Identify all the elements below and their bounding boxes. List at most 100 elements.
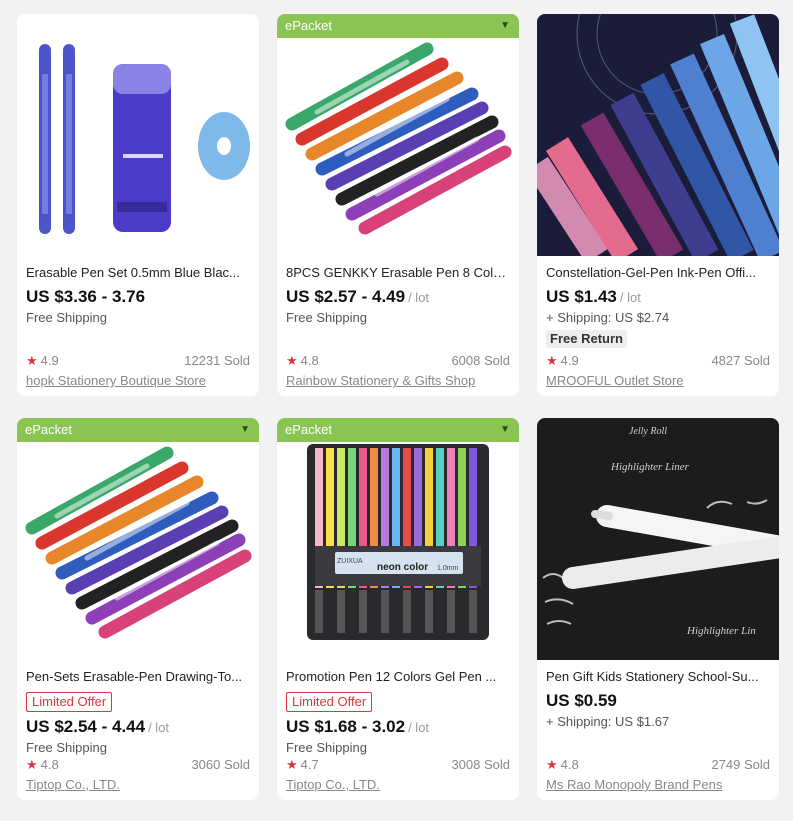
colored-pens-photo [17,418,259,660]
rating-row: ★ 4.8 3060 Sold [26,756,250,774]
chalk-text: Highlighter Lin [686,625,756,637]
product-info: Promotion Pen 12 Colors Gel Pen ... Limi… [286,668,510,794]
epacket-label: ePacket [25,422,72,437]
product-info: Pen Gift Kids Stationery School-Su... US… [546,668,770,794]
rating-row: ★ 4.8 2749 Sold [546,756,770,774]
white-gel-pen-photo: Jelly Roll Highlighter Liner Highlighter… [537,418,779,660]
erasable-pen-set-photo [17,14,259,256]
product-card[interactable]: ePacket ▼ [277,14,519,396]
price: US $0.59 [546,691,617,710]
price-unit: / lot [148,720,170,735]
colored-pens-photo [277,14,519,256]
price-row: US $1.68 - 3.02/ lot [286,716,510,738]
star-icon: ★ [286,353,298,368]
store-link[interactable]: Tiptop Co., LTD. [26,776,250,794]
product-image[interactable]: ePacket ▼ [277,14,519,256]
price-unit: / lot [619,290,641,305]
product-grid: Erasable Pen Set 0.5mm Blue Blac... US $… [17,14,779,800]
star-icon: ★ [546,757,558,772]
product-image[interactable]: ePacket ▼ [277,418,519,660]
product-info: Erasable Pen Set 0.5mm Blue Blac... US $… [26,264,250,390]
constellation-pens-photo [537,14,779,256]
chevron-down-icon[interactable]: ▼ [240,418,250,442]
epacket-label: ePacket [285,18,332,33]
star-icon: ★ [26,353,38,368]
box-size-text: 1.0mm [437,565,459,572]
price: US $2.54 - 4.44 [26,717,146,736]
epacket-banner[interactable]: ePacket ▼ [17,418,259,442]
box-label-text: neon color [377,562,428,573]
shipping-info: Free Shipping [26,310,107,325]
product-card[interactable]: Constellation-Gel-Pen Ink-Pen Offi... US… [537,14,779,396]
product-title[interactable]: Pen-Sets Erasable-Pen Drawing-To... [26,668,250,686]
rating-row: ★ 4.9 4827 Sold [546,352,770,370]
chevron-down-icon[interactable]: ▼ [500,14,510,38]
rating: ★ 4.8 [546,756,579,774]
price: US $1.43 [546,287,617,306]
rating: ★ 4.9 [26,352,59,370]
price: US $3.36 - 3.76 [26,287,146,306]
limited-offer-badge: Limited Offer [286,692,373,712]
price-unit: / lot [408,720,430,735]
card-footer: ★ 4.9 4827 Sold MROOFUL Outlet Store [546,352,770,390]
chalk-text: Jelly Roll [629,426,667,437]
product-title[interactable]: Promotion Pen 12 Colors Gel Pen ... [286,668,510,686]
product-title[interactable]: Constellation-Gel-Pen Ink-Pen Offi... [546,264,770,282]
gel-pen-box-photo: ZUIXUA neon color 1.0mm [277,418,519,660]
rating: ★ 4.8 [26,756,59,774]
shipping-info: Free Shipping [286,310,367,325]
rating-value: 4.9 [40,353,59,368]
product-image[interactable] [17,14,259,256]
box-brand-text: ZUIXUA [337,558,363,565]
star-icon: ★ [546,353,558,368]
product-image[interactable] [537,14,779,256]
product-info: 8PCS GENKKY Erasable Pen 8 Colo... US $2… [286,264,510,390]
store-link[interactable]: Rainbow Stationery & Gifts Shop [286,372,510,390]
epacket-label: ePacket [285,422,332,437]
rating-value: 4.7 [300,757,319,772]
product-image[interactable]: ePacket ▼ [17,418,259,660]
product-title[interactable]: 8PCS GENKKY Erasable Pen 8 Colo... [286,264,510,282]
product-info: Pen-Sets Erasable-Pen Drawing-To... Limi… [26,668,250,794]
product-card[interactable]: Jelly Roll Highlighter Liner Highlighter… [537,418,779,800]
chevron-down-icon[interactable]: ▼ [500,418,510,442]
product-title[interactable]: Erasable Pen Set 0.5mm Blue Blac... [26,264,250,282]
store-link[interactable]: Ms Rao Monopoly Brand Pens [546,776,770,794]
sold-count: 3008 Sold [451,757,510,772]
product-card[interactable]: Erasable Pen Set 0.5mm Blue Blac... US $… [17,14,259,396]
epacket-banner[interactable]: ePacket ▼ [277,14,519,38]
free-return-badge: Free Return [546,330,627,348]
star-icon: ★ [286,757,298,772]
epacket-banner[interactable]: ePacket ▼ [277,418,519,442]
sold-count: 3060 Sold [191,757,250,772]
rating: ★ 4.9 [546,352,579,370]
shipping-info: + Shipping: US $2.74 [546,310,670,325]
product-card[interactable]: ePacket ▼ [17,418,259,800]
card-footer: ★ 4.9 12231 Sold hopk Stationery Boutique… [26,352,250,390]
product-image[interactable]: Jelly Roll Highlighter Liner Highlighter… [537,418,779,660]
card-footer: ★ 4.8 6008 Sold Rainbow Stationery & Gift… [286,352,510,390]
price-row: US $2.54 - 4.44/ lot [26,716,250,738]
chalk-text: Highlighter Liner [610,461,690,473]
product-info: Constellation-Gel-Pen Ink-Pen Offi... US… [546,264,770,390]
card-footer: ★ 4.7 3008 Sold Tiptop Co., LTD. [286,756,510,794]
shipping-info: + Shipping: US $1.67 [546,714,670,729]
sold-count: 2749 Sold [711,757,770,772]
store-link[interactable]: MROOFUL Outlet Store [546,372,770,390]
rating-value: 4.8 [300,353,319,368]
card-footer: ★ 4.8 3060 Sold Tiptop Co., LTD. [26,756,250,794]
price-row: US $0.59 [546,690,770,712]
rating-row: ★ 4.9 12231 Sold [26,352,250,370]
price: US $2.57 - 4.49 [286,287,406,306]
rating: ★ 4.7 [286,756,319,774]
rating-row: ★ 4.7 3008 Sold [286,756,510,774]
shipping-info: Free Shipping [286,740,367,755]
product-title[interactable]: Pen Gift Kids Stationery School-Su... [546,668,770,686]
product-card[interactable]: ePacket ▼ [277,418,519,800]
rating: ★ 4.8 [286,352,319,370]
store-link[interactable]: Tiptop Co., LTD. [286,776,510,794]
price-row: US $1.43/ lot [546,286,770,308]
price-row: US $3.36 - 3.76 [26,286,250,308]
rating-value: 4.8 [40,757,59,772]
store-link[interactable]: hopk Stationery Boutique Store [26,372,250,390]
